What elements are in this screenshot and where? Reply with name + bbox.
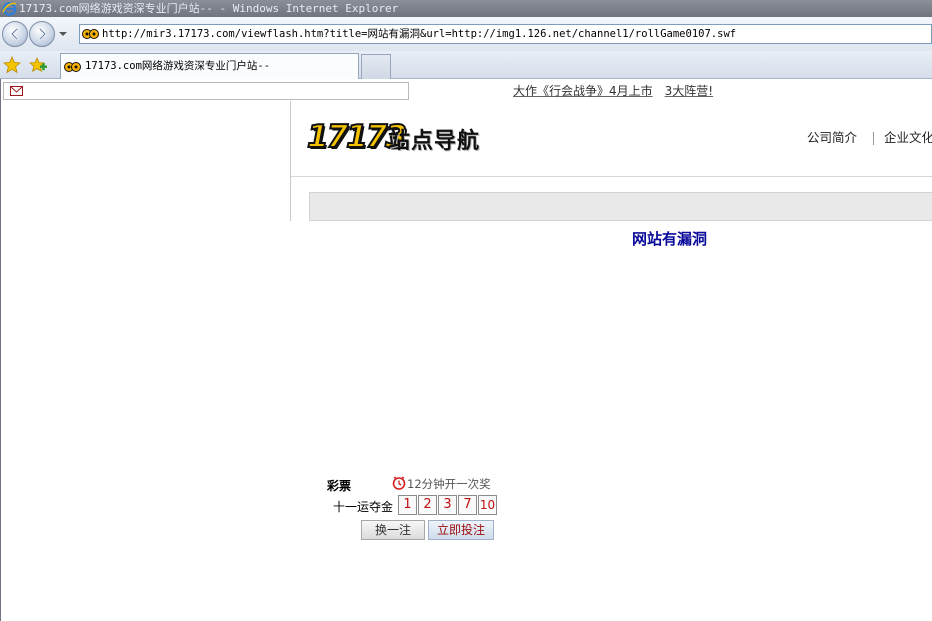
clock-icon (392, 476, 406, 490)
lottery-countdown: 12分钟开一次奖 (407, 477, 491, 491)
company-intro-link[interactable]: 公司简介 (807, 130, 857, 145)
site-logo[interactable]: 17173 站点导航 (306, 117, 485, 157)
top-links: 公司简介 企业文化 (807, 127, 932, 146)
window-title: 17173.com网络游戏资深专业门户站-- - Windows Interne… (19, 2, 399, 15)
ticker-link[interactable]: 大作《行会战争》4月上市 (513, 84, 653, 98)
tab-favicon-icon (64, 62, 81, 72)
page-viewport: 大作《行会战争》4月上市 3大阵营! 17173 站点导航 公司简介 企业文化 网站… (0, 79, 932, 621)
corporate-culture-link[interactable]: 企业文化 (884, 130, 932, 145)
url-text[interactable]: http://mir3.17173.com/viewflash.htm?titl… (102, 25, 736, 43)
ticker-link[interactable]: 3大阵营! (665, 84, 713, 98)
lottery-number: 10 (478, 495, 497, 515)
header-divider (291, 176, 932, 177)
ie-logo-icon (2, 2, 17, 16)
lottery-number: 2 (418, 495, 437, 515)
link-separator (873, 132, 875, 145)
lottery-game-name: 十一运夺金 (333, 500, 394, 514)
new-tab-button[interactable] (361, 54, 391, 79)
tab-label: 17173.com网络游戏资深专业门户站-- (85, 60, 271, 72)
back-arrow-icon (10, 27, 19, 41)
lottery-number: 7 (458, 495, 477, 515)
content-header-band (309, 192, 932, 221)
window-title-bar: 17173.com网络游戏资深专业门户站-- - Windows Interne… (0, 0, 932, 17)
flash-title: 网站有漏洞 (632, 230, 708, 248)
back-button[interactable] (2, 21, 28, 47)
address-bar[interactable]: http://mir3.17173.com/viewflash.htm?titl… (79, 24, 932, 44)
tab-bar: 17173.com网络游戏资深专业门户站-- (0, 51, 932, 79)
news-ticker: 大作《行会战争》4月上市 3大阵营! (513, 82, 713, 100)
swap-numbers-button[interactable]: 换一注 (361, 520, 425, 540)
lottery-number: 3 (438, 495, 457, 515)
add-favorite-icon[interactable] (29, 56, 47, 74)
favorites-star-icon[interactable] (3, 56, 21, 74)
lottery-numbers: 1 2 3 7 10 (398, 495, 498, 515)
logo-text: 站点导航 (388, 129, 481, 154)
mail-icon (10, 86, 23, 96)
forward-arrow-icon (38, 27, 47, 41)
history-dropdown-icon[interactable] (58, 30, 68, 38)
navigation-bar: http://mir3.17173.com/viewflash.htm?titl… (0, 17, 932, 51)
tab-active[interactable]: 17173.com网络游戏资深专业门户站-- (60, 53, 359, 79)
forward-button[interactable] (29, 21, 55, 47)
left-frame-input[interactable] (3, 82, 409, 100)
lottery-number: 1 (398, 495, 417, 515)
frame-divider (290, 101, 291, 221)
lottery-label: 彩票 (327, 479, 352, 493)
place-bet-button[interactable]: 立即投注 (428, 520, 494, 540)
site-favicon-icon (82, 29, 99, 39)
